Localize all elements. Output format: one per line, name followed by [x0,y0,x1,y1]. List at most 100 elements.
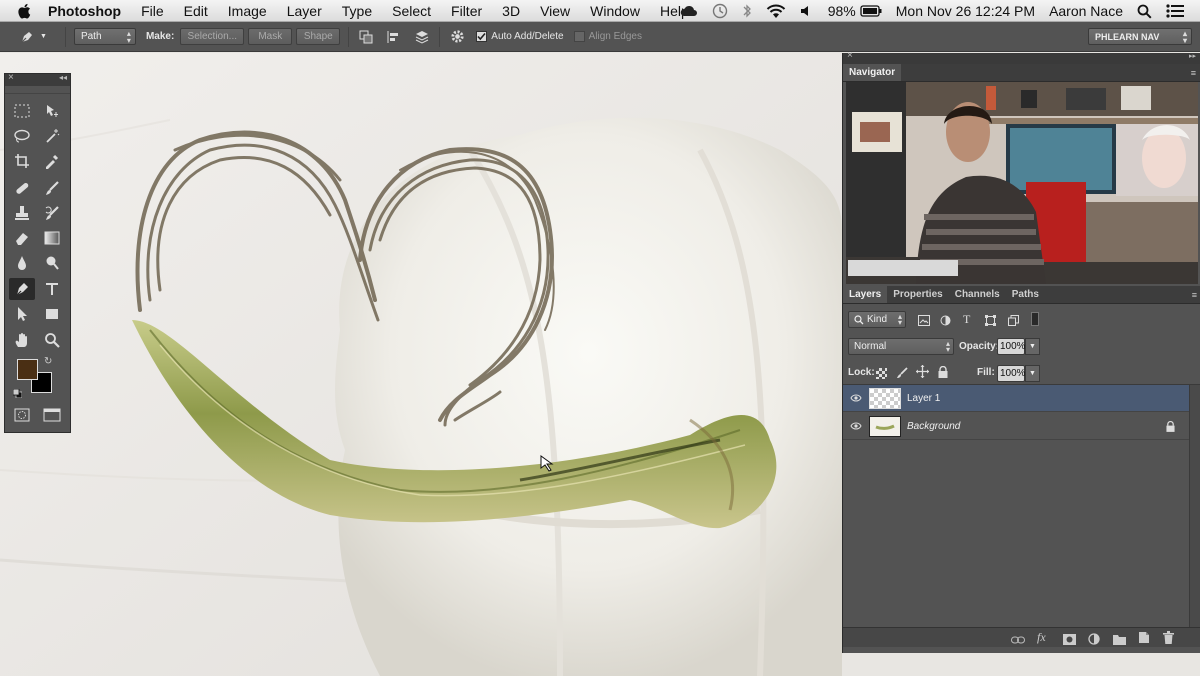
opacity-dropdown-icon[interactable]: ▼ [1025,338,1040,355]
lock-all-icon[interactable] [938,365,948,383]
layer-row-layer-1[interactable]: Layer 1 [843,385,1189,412]
gear-icon[interactable] [448,28,466,46]
blend-mode-select[interactable]: Normal ▴ ▾ [848,338,954,355]
menu-view[interactable]: View [540,3,570,19]
path-arrangement-icon[interactable] [413,28,431,46]
user-name[interactable]: Aaron Nace [1049,3,1123,19]
pen-mode-select[interactable]: Path ▴ ▾ [73,28,136,45]
hand-tool-icon[interactable] [9,329,35,351]
eyedropper-tool-icon[interactable] [39,150,65,172]
layer-style-fx-icon[interactable]: fx [1037,630,1046,645]
menu-window[interactable]: Window [590,3,640,19]
app-menu[interactable]: Photoshop [48,3,121,19]
filter-adjustment-icon[interactable] [940,313,951,331]
type-tool-icon[interactable] [39,278,65,300]
tab-navigator[interactable]: Navigator [843,64,902,81]
zoom-tool-icon[interactable] [39,329,65,351]
pen-tool-preset-icon[interactable] [18,28,36,46]
marquee-tool-icon[interactable] [9,100,35,122]
menu-file[interactable]: File [141,3,164,19]
panel-menu-icon[interactable]: ≡ [1192,286,1197,303]
dodge-tool-icon[interactable] [39,252,65,274]
filter-pixel-icon[interactable] [918,313,930,331]
make-shape-button[interactable]: Shape [296,28,341,45]
filter-type-icon[interactable]: T [963,312,970,327]
notification-center-icon[interactable] [1166,4,1184,18]
document-canvas[interactable] [0,53,842,676]
clone-stamp-tool-icon[interactable] [9,202,35,224]
crop-tool-icon[interactable] [9,150,35,172]
panel-menu-icon[interactable]: ≡ [1191,64,1196,81]
bluetooth-icon[interactable] [742,3,752,19]
trash-icon[interactable] [1163,631,1174,649]
panel-grip[interactable] [5,86,70,94]
menu-type[interactable]: Type [342,3,372,19]
volume-icon[interactable] [800,4,814,18]
brush-tool-icon[interactable] [39,177,65,199]
path-operations-icon[interactable] [357,28,375,46]
tab-properties[interactable]: Properties [887,286,948,303]
spotlight-icon[interactable] [1137,4,1152,19]
apple-icon[interactable] [16,2,34,20]
collapse-icon[interactable]: ▸▸ [1189,52,1196,60]
filter-toggle-switch[interactable] [1031,312,1039,326]
workspace-switcher[interactable]: PHLEARN NAV ▴ ▾ [1088,28,1192,45]
auto-add-delete-checkbox[interactable] [476,31,488,42]
foreground-color-swatch[interactable] [17,359,38,380]
clock[interactable]: Mon Nov 26 12:24 PM [896,3,1035,19]
menu-select[interactable]: Select [392,3,431,19]
eye-visibility-icon[interactable] [843,422,869,430]
wifi-icon[interactable] [766,4,786,19]
close-icon[interactable]: × [847,50,853,61]
menu-layer[interactable]: Layer [287,3,322,19]
fill-dropdown-icon[interactable]: ▼ [1025,365,1040,382]
menu-edit[interactable]: Edit [184,3,208,19]
gradient-tool-icon[interactable] [39,227,65,249]
lock-position-icon[interactable] [916,365,929,383]
new-group-folder-icon[interactable] [1113,632,1126,650]
menu-image[interactable]: Image [228,3,267,19]
opacity-field[interactable]: 100% [997,338,1026,355]
pen-tool-icon[interactable] [9,278,35,300]
blur-tool-icon[interactable] [9,252,35,274]
adjustment-layer-icon[interactable] [1088,632,1100,650]
eraser-tool-icon[interactable] [9,227,35,249]
fill-field[interactable]: 100% [997,365,1026,382]
navigator-preview[interactable] [846,82,1198,284]
filter-smart-object-icon[interactable] [1008,313,1019,331]
battery-status[interactable]: 98% [828,3,882,19]
layer-row-background[interactable]: Background [843,413,1189,440]
path-alignment-icon[interactable] [385,28,403,46]
cloud-icon[interactable] [680,4,698,18]
lock-image-pixels-icon[interactable] [896,366,908,384]
close-icon[interactable]: × [8,72,14,83]
lasso-tool-icon[interactable] [9,125,35,147]
tab-layers[interactable]: Layers [843,286,888,303]
default-colors-icon[interactable] [12,385,23,399]
filter-shape-icon[interactable] [985,313,996,331]
move-tool-icon[interactable] [39,100,65,122]
rectangle-tool-icon[interactable] [39,303,65,325]
align-edges-checkbox[interactable] [573,31,585,42]
add-mask-icon[interactable] [1063,632,1076,650]
swap-colors-icon[interactable]: ↻ [44,356,52,367]
collapse-icon[interactable]: ◂◂ [59,73,67,82]
screen-mode-icon[interactable] [39,404,65,426]
layer-filter-kind-select[interactable]: Kind ▴ ▾ [848,311,906,328]
link-layers-icon[interactable] [1011,632,1025,650]
layers-scrollbar[interactable] [1189,385,1200,628]
menu-3d[interactable]: 3D [502,3,520,19]
make-mask-button[interactable]: Mask [248,28,293,45]
preset-dropdown-arrow-icon[interactable]: ▼ [40,33,47,40]
history-brush-tool-icon[interactable] [39,202,65,224]
quick-mask-icon[interactable] [9,404,35,426]
lock-transparent-pixels-icon[interactable] [876,366,887,384]
path-selection-tool-icon[interactable] [9,303,35,325]
healing-brush-tool-icon[interactable] [9,177,35,199]
new-layer-icon[interactable] [1138,631,1150,649]
tab-channels[interactable]: Channels [949,286,1006,303]
magic-wand-tool-icon[interactable] [39,125,65,147]
eye-visibility-icon[interactable] [843,394,869,402]
make-selection-button[interactable]: Selection... [180,28,245,45]
tab-paths[interactable]: Paths [1006,286,1045,303]
